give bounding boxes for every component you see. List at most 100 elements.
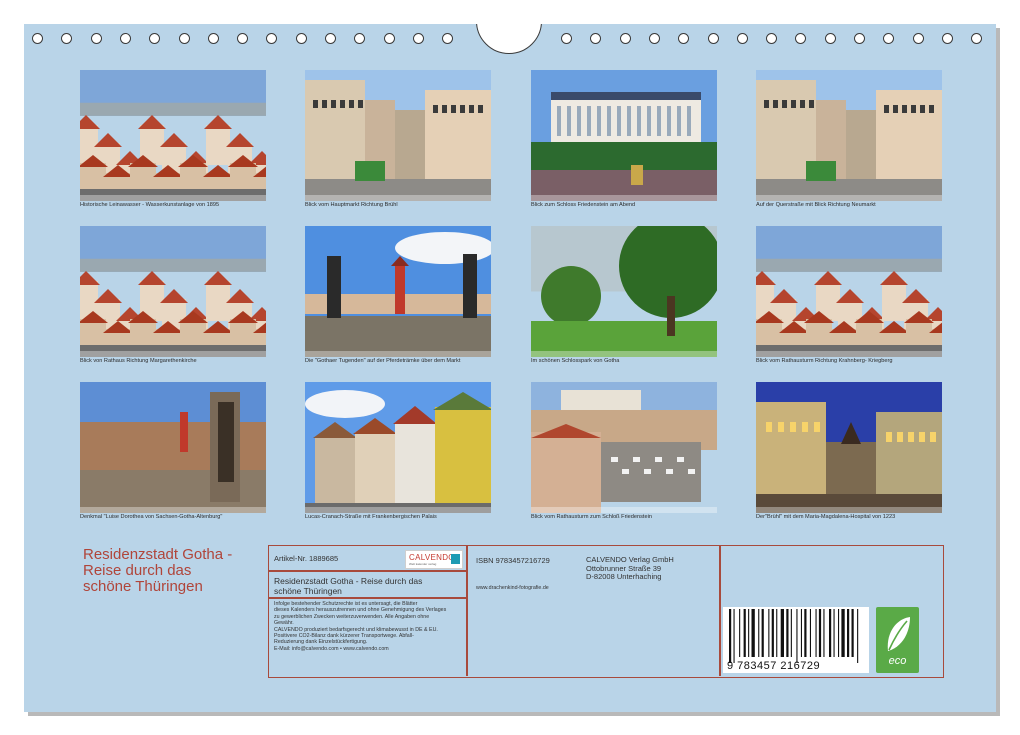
- photo-street: [756, 70, 942, 201]
- photo-caption: Lucas-Cranach-Straße mit Frankenbergisch…: [305, 514, 437, 520]
- binding-ring: [237, 33, 249, 44]
- photo-tile: Lucas-Cranach-Straße mit Frankenbergisch…: [305, 382, 491, 520]
- binding-ring: [442, 33, 454, 44]
- binding-ring: [854, 33, 865, 44]
- photo-town-roofs: [80, 70, 266, 201]
- barcode-bar: [786, 609, 789, 657]
- barcode-bar: [800, 609, 802, 657]
- binding-ring: [971, 33, 983, 44]
- binding-ring: [119, 33, 131, 44]
- legal-line: E-Mail: info@calvendo.com • www.calvendo…: [274, 645, 389, 652]
- barcode-bar: [780, 609, 784, 657]
- product-title-line: schöne Thüringen: [274, 586, 342, 596]
- barcode-bar: [823, 609, 825, 657]
- binding-ring: [707, 33, 719, 44]
- divider: [269, 570, 466, 572]
- product-title: Residenzstadt Gotha - Reise durch das sc…: [274, 576, 422, 596]
- photo-town-roofs: [756, 226, 942, 357]
- binding-ring: [295, 33, 307, 44]
- photographer-url: www.drachenkind-fotografie.de: [476, 585, 549, 591]
- cover-title-line: Reise durch das: [83, 562, 192, 579]
- binding-ring: [325, 33, 336, 44]
- photo-caption: Blick vom Rathausturm Richtung Krahnberg…: [756, 358, 893, 364]
- photo-palace: [531, 70, 717, 201]
- photo-statues: [305, 226, 491, 357]
- binding-ring: [178, 33, 190, 44]
- barcode-bars: [729, 609, 859, 663]
- publisher-address: CALVENDO Verlag GmbH Ottobrunner Straße …: [586, 555, 674, 582]
- cover-title-line: Residenzstadt Gotha -: [83, 546, 233, 563]
- barcode-digits: 9 783457 216729: [727, 660, 821, 672]
- calvendo-logo-text: CALVENDO: [409, 553, 455, 562]
- photo-tile: Blick vom Rathausturm zum Schloß Frieden…: [531, 382, 717, 520]
- hanger-notch: [476, 24, 542, 54]
- binding-ring: [736, 33, 748, 44]
- photo-caption: Im schönen Schlosspark von Gotha: [531, 358, 620, 364]
- binding-ring: [883, 33, 895, 44]
- barcode-bar: [768, 609, 770, 657]
- barcode-bar: [761, 609, 764, 657]
- photo-tile: Der"Brühl" mit dem Maria-Magdalena-Hospi…: [756, 382, 942, 520]
- binding-ring: [648, 33, 660, 44]
- binding-ring: [678, 33, 690, 44]
- barcode-bar: [841, 609, 845, 657]
- barcode: 9 783457 216729: [723, 607, 869, 673]
- binding-ring: [561, 33, 572, 44]
- legal-line: zu gewerblichen Zwecken weiterzuverwende…: [274, 613, 430, 620]
- binding-ring: [941, 33, 953, 44]
- photo-caption: Blick vom Hauptmarkt Richtung Brühl: [305, 202, 398, 208]
- binding-ring: [824, 33, 836, 44]
- barcode-bar: [771, 609, 774, 657]
- divider: [466, 546, 468, 676]
- binding-ring: [207, 33, 219, 44]
- photo-tile: Blick vom Hauptmarkt Richtung Brühl: [305, 70, 491, 208]
- isbn: ISBN 9783457216729: [476, 556, 550, 565]
- photo-night: [756, 382, 942, 513]
- photo-tile: Blick zum Schloss Friedenstein am Abend: [531, 70, 717, 208]
- legal-notice: Infolge bestehender Schutzrechte ist es …: [274, 601, 446, 652]
- barcode-bar: [815, 609, 817, 657]
- photo-tile: Blick vom Rathausturm Richtung Krahnberg…: [756, 226, 942, 364]
- photo-park: [531, 226, 717, 357]
- barcode-bar: [857, 609, 859, 663]
- photo-town-roofs: [80, 226, 266, 357]
- barcode-bar: [796, 609, 798, 663]
- cover-title-line: schöne Thüringen: [83, 578, 203, 595]
- binding-ring: [412, 33, 424, 44]
- photo-caption: Historische Leinawasser - Wasserkunstanl…: [80, 202, 220, 208]
- binding-ring: [354, 33, 366, 44]
- barcode-bar: [758, 609, 760, 657]
- product-title-line: Residenzstadt Gotha - Reise durch das: [274, 576, 423, 586]
- barcode-bar: [739, 609, 741, 657]
- photo-caption: Denkmal "Luise Dorothea von Sachsen-Goth…: [80, 514, 223, 520]
- barcode-bar: [829, 609, 832, 657]
- binding-ring: [590, 33, 602, 44]
- photo-tile: Im schönen Schlosspark von Gotha: [531, 226, 717, 364]
- eco-badge: eco: [876, 607, 919, 673]
- barcode-bar: [748, 609, 750, 657]
- address-line: D-82008 Unterhaching: [586, 572, 662, 581]
- photo-caption: Blick zum Schloss Friedenstein am Abend: [531, 202, 636, 208]
- barcode-bar: [833, 609, 835, 657]
- photo-caption: Die "Gothaer Tugenden" auf der Pferdeträ…: [305, 358, 461, 364]
- article-number: Artikel-Nr. 1889685: [274, 554, 339, 563]
- photo-tile: Historische Leinawasser - Wasserkunstanl…: [80, 70, 266, 208]
- calvendo-logo-mark: [451, 554, 460, 564]
- binding-ring: [90, 33, 102, 44]
- legal-line: dieses Kalenders herauszutrennen und ohn…: [274, 607, 447, 614]
- divider: [719, 546, 721, 676]
- calvendo-logo-subtext: Welt kalender verlag: [409, 562, 437, 566]
- barcode-bar: [776, 609, 778, 657]
- barcode-bar: [804, 609, 807, 657]
- binding-ring: [383, 33, 395, 44]
- leaf-icon: [887, 617, 910, 651]
- barcode-bar: [847, 609, 850, 657]
- eco-label: eco: [888, 655, 907, 667]
- barcode-bar: [751, 609, 755, 657]
- photo-tile: Blick von Rathaus Richtung Margarethenki…: [80, 226, 266, 364]
- binding-ring: [766, 33, 778, 44]
- binding-ring: [61, 33, 73, 44]
- barcode-bar: [729, 609, 732, 663]
- barcode-bar: [818, 609, 822, 657]
- barcode-bar: [733, 609, 735, 663]
